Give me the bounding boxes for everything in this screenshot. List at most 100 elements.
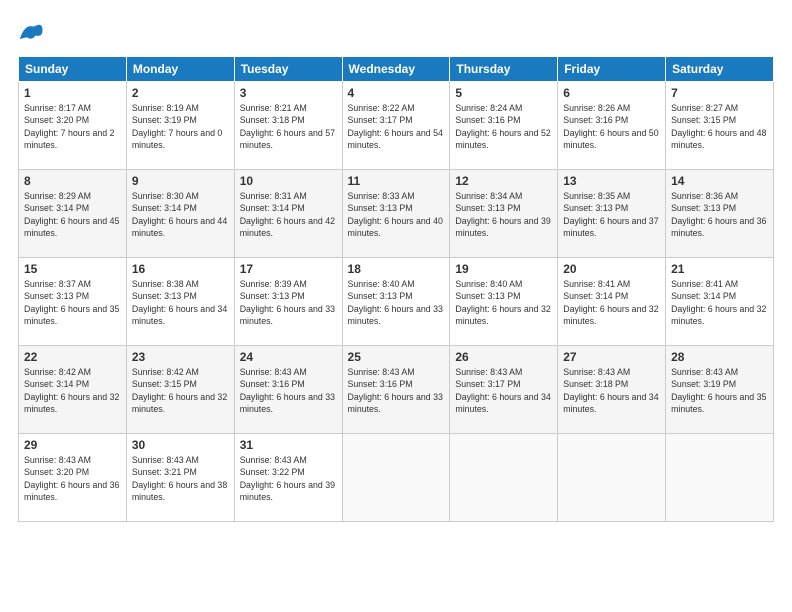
calendar-week-3: 15Sunrise: 8:37 AMSunset: 3:13 PMDayligh… [19,258,774,346]
day-number: 21 [671,262,768,276]
weekday-header-tuesday: Tuesday [234,57,342,82]
calendar-cell: 10 Sunrise: 8:31 AMSunset: 3:14 PMDayligh… [234,170,342,258]
day-info: Sunrise: 8:35 AMSunset: 3:13 PMDaylight:… [563,190,660,239]
calendar-cell: 30 Sunrise: 8:43 AMSunset: 3:21 PMDayligh… [126,434,234,522]
calendar-cell: 21Sunrise: 8:41 AMSunset: 3:14 PMDayligh… [666,258,774,346]
calendar-cell: 9 Sunrise: 8:30 AMSunset: 3:14 PMDaylight… [126,170,234,258]
day-number: 11 [348,174,445,188]
day-number: 19 [455,262,552,276]
day-info: Sunrise: 8:22 AMSunset: 3:17 PMDaylight:… [348,102,445,151]
calendar-cell: 2 Sunrise: 8:19 AMSunset: 3:19 PMDaylight… [126,82,234,170]
day-number: 24 [240,350,337,364]
day-number: 30 [132,438,229,452]
calendar-cell: 22Sunrise: 8:42 AMSunset: 3:14 PMDayligh… [19,346,127,434]
day-number: 3 [240,86,337,100]
day-info: Sunrise: 8:21 AMSunset: 3:18 PMDaylight:… [240,102,337,151]
weekday-header-sunday: Sunday [19,57,127,82]
day-info: Sunrise: 8:43 AMSunset: 3:21 PMDaylight:… [132,454,229,503]
day-info: Sunrise: 8:26 AMSunset: 3:16 PMDaylight:… [563,102,660,151]
calendar-header: SundayMondayTuesdayWednesdayThursdayFrid… [19,57,774,82]
day-info: Sunrise: 8:41 AMSunset: 3:14 PMDaylight:… [563,278,660,327]
day-number: 6 [563,86,660,100]
day-number: 10 [240,174,337,188]
calendar-cell: 20 Sunrise: 8:41 AMSunset: 3:14 PMDayligh… [558,258,666,346]
weekday-header-friday: Friday [558,57,666,82]
day-number: 27 [563,350,660,364]
day-info: Sunrise: 8:37 AMSunset: 3:13 PMDaylight:… [24,278,121,327]
day-info: Sunrise: 8:43 AMSunset: 3:16 PMDaylight:… [348,366,445,415]
day-info: Sunrise: 8:24 AMSunset: 3:16 PMDaylight:… [455,102,552,151]
day-info: Sunrise: 8:43 AMSunset: 3:17 PMDaylight:… [455,366,552,415]
day-info: Sunrise: 8:43 AMSunset: 3:22 PMDaylight:… [240,454,337,503]
day-number: 20 [563,262,660,276]
calendar-cell: 17 Sunrise: 8:39 AMSunset: 3:13 PMDayligh… [234,258,342,346]
day-info: Sunrise: 8:42 AMSunset: 3:15 PMDaylight:… [132,366,229,415]
calendar-cell: 29Sunrise: 8:43 AMSunset: 3:20 PMDayligh… [19,434,127,522]
day-number: 7 [671,86,768,100]
day-info: Sunrise: 8:31 AMSunset: 3:14 PMDaylight:… [240,190,337,239]
day-number: 2 [132,86,229,100]
calendar-cell: 11 Sunrise: 8:33 AMSunset: 3:13 PMDayligh… [342,170,450,258]
calendar-cell: 3 Sunrise: 8:21 AMSunset: 3:18 PMDaylight… [234,82,342,170]
day-number: 5 [455,86,552,100]
day-info: Sunrise: 8:43 AMSunset: 3:19 PMDaylight:… [671,366,768,415]
day-number: 17 [240,262,337,276]
calendar-cell: 4 Sunrise: 8:22 AMSunset: 3:17 PMDaylight… [342,82,450,170]
day-number: 29 [24,438,121,452]
day-number: 9 [132,174,229,188]
day-number: 1 [24,86,121,100]
calendar-cell: 28 Sunrise: 8:43 AMSunset: 3:19 PMDayligh… [666,346,774,434]
calendar-cell: 26 Sunrise: 8:43 AMSunset: 3:17 PMDayligh… [450,346,558,434]
calendar-cell: 12Sunrise: 8:34 AMSunset: 3:13 PMDayligh… [450,170,558,258]
day-number: 4 [348,86,445,100]
logo-icon [18,18,46,46]
calendar-cell: 18Sunrise: 8:40 AMSunset: 3:13 PMDayligh… [342,258,450,346]
day-info: Sunrise: 8:40 AMSunset: 3:13 PMDaylight:… [455,278,552,327]
day-info: Sunrise: 8:27 AMSunset: 3:15 PMDaylight:… [671,102,768,151]
calendar-week-1: 1 Sunrise: 8:17 AMSunset: 3:20 PMDaylight… [19,82,774,170]
day-info: Sunrise: 8:29 AMSunset: 3:14 PMDaylight:… [24,190,121,239]
calendar-cell: 13 Sunrise: 8:35 AMSunset: 3:13 PMDayligh… [558,170,666,258]
day-number: 12 [455,174,552,188]
day-info: Sunrise: 8:30 AMSunset: 3:14 PMDaylight:… [132,190,229,239]
calendar-cell: 27 Sunrise: 8:43 AMSunset: 3:18 PMDayligh… [558,346,666,434]
day-info: Sunrise: 8:33 AMSunset: 3:13 PMDaylight:… [348,190,445,239]
calendar-cell: 25 Sunrise: 8:43 AMSunset: 3:16 PMDayligh… [342,346,450,434]
calendar-cell [342,434,450,522]
calendar-week-2: 8 Sunrise: 8:29 AMSunset: 3:14 PMDaylight… [19,170,774,258]
day-number: 28 [671,350,768,364]
day-number: 25 [348,350,445,364]
weekday-header-thursday: Thursday [450,57,558,82]
day-number: 22 [24,350,121,364]
day-info: Sunrise: 8:43 AMSunset: 3:16 PMDaylight:… [240,366,337,415]
day-number: 8 [24,174,121,188]
calendar-week-4: 22Sunrise: 8:42 AMSunset: 3:14 PMDayligh… [19,346,774,434]
day-info: Sunrise: 8:19 AMSunset: 3:19 PMDaylight:… [132,102,229,151]
calendar-cell [450,434,558,522]
day-info: Sunrise: 8:39 AMSunset: 3:13 PMDaylight:… [240,278,337,327]
day-number: 23 [132,350,229,364]
calendar-cell [558,434,666,522]
calendar-cell: 24 Sunrise: 8:43 AMSunset: 3:16 PMDayligh… [234,346,342,434]
weekday-row: SundayMondayTuesdayWednesdayThursdayFrid… [19,57,774,82]
day-info: Sunrise: 8:43 AMSunset: 3:18 PMDaylight:… [563,366,660,415]
calendar-cell: 16Sunrise: 8:38 AMSunset: 3:13 PMDayligh… [126,258,234,346]
calendar-cell: 19 Sunrise: 8:40 AMSunset: 3:13 PMDayligh… [450,258,558,346]
calendar-cell: 5 Sunrise: 8:24 AMSunset: 3:16 PMDaylight… [450,82,558,170]
calendar-week-5: 29Sunrise: 8:43 AMSunset: 3:20 PMDayligh… [19,434,774,522]
day-number: 13 [563,174,660,188]
weekday-header-wednesday: Wednesday [342,57,450,82]
day-info: Sunrise: 8:17 AMSunset: 3:20 PMDaylight:… [24,102,121,151]
calendar-cell: 7 Sunrise: 8:27 AMSunset: 3:15 PMDaylight… [666,82,774,170]
weekday-header-saturday: Saturday [666,57,774,82]
calendar-cell: 15Sunrise: 8:37 AMSunset: 3:13 PMDayligh… [19,258,127,346]
day-info: Sunrise: 8:36 AMSunset: 3:13 PMDaylight:… [671,190,768,239]
day-number: 31 [240,438,337,452]
calendar-cell: 8 Sunrise: 8:29 AMSunset: 3:14 PMDaylight… [19,170,127,258]
weekday-header-monday: Monday [126,57,234,82]
calendar-cell [666,434,774,522]
calendar-body: 1 Sunrise: 8:17 AMSunset: 3:20 PMDaylight… [19,82,774,522]
day-number: 18 [348,262,445,276]
day-number: 26 [455,350,552,364]
day-number: 16 [132,262,229,276]
